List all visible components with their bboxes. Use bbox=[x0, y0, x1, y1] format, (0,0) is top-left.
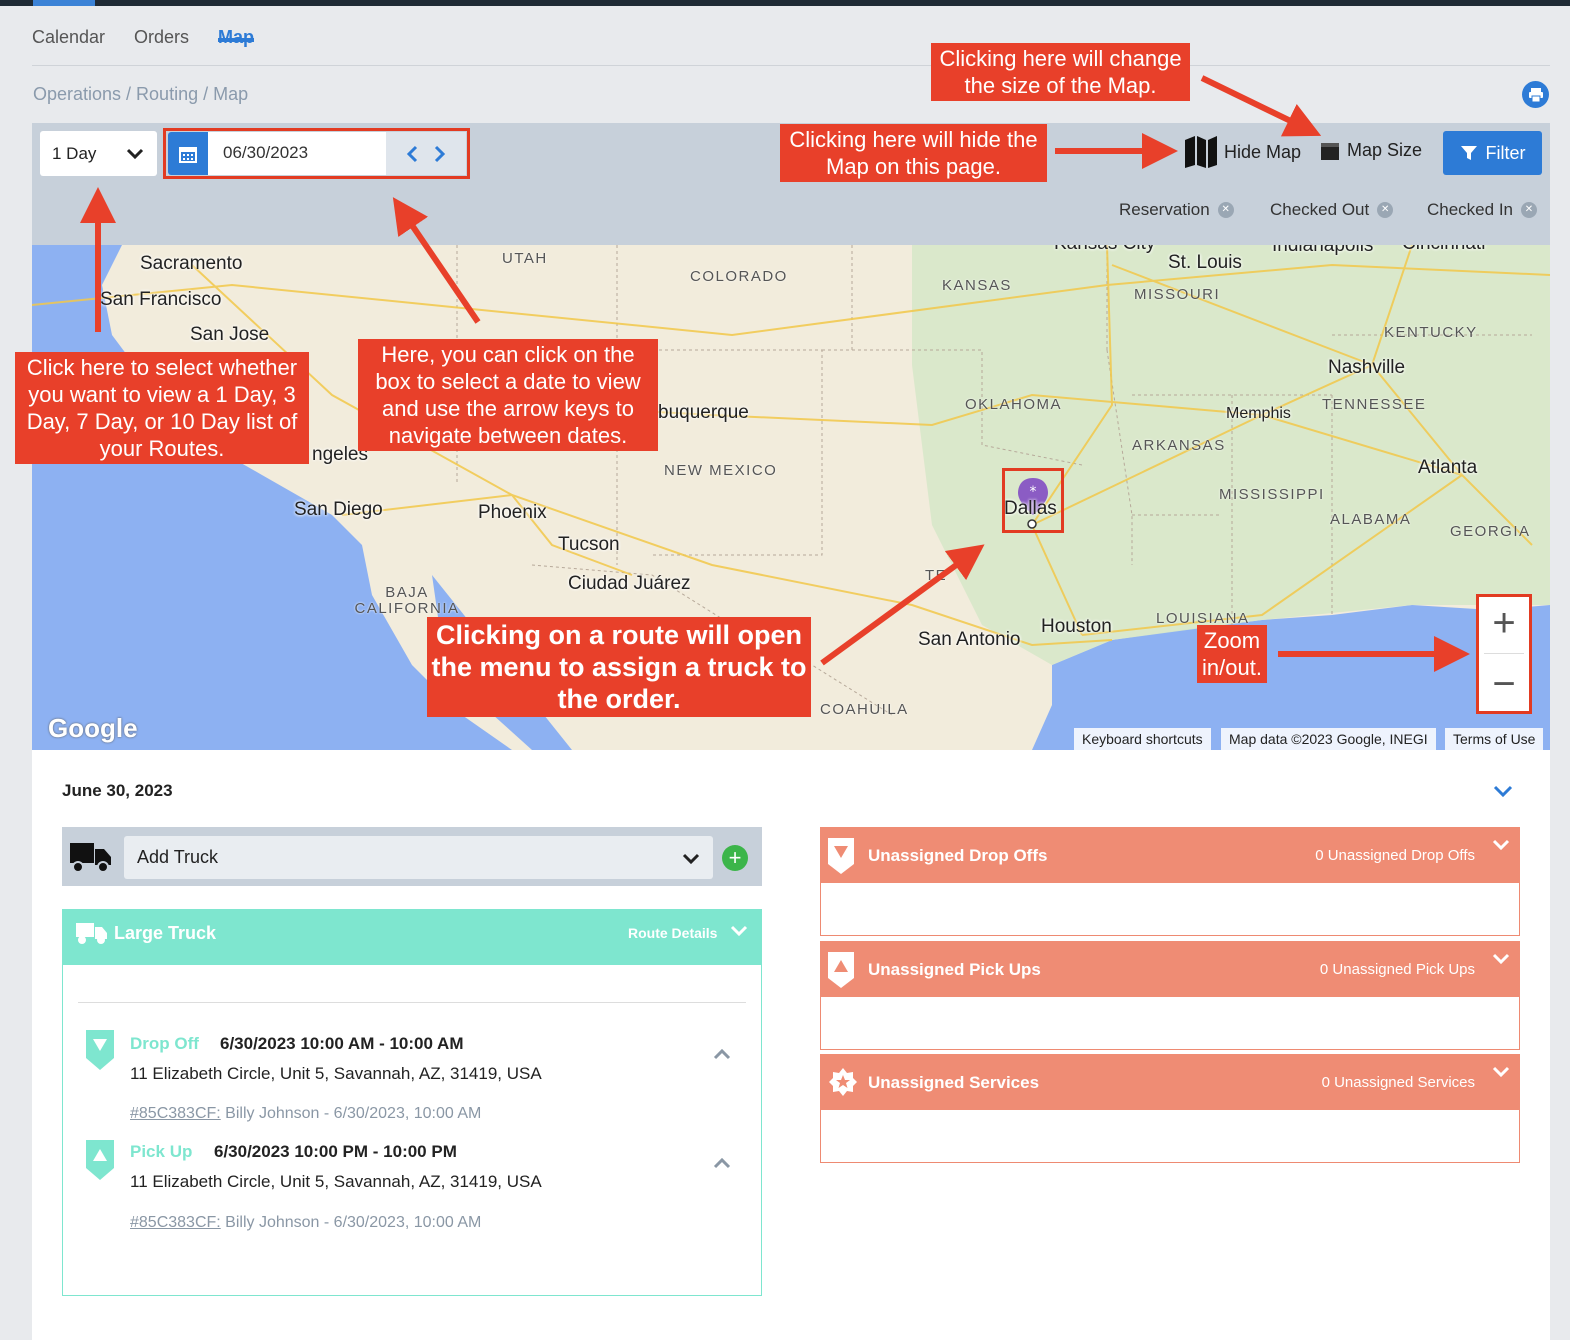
chevron-down-icon bbox=[682, 853, 700, 865]
stop-time: 6/30/2023 10:00 AM - 10:00 AM bbox=[220, 1034, 464, 1053]
chevron-down-icon[interactable] bbox=[1492, 950, 1510, 968]
service-badge-icon bbox=[829, 1068, 857, 1096]
schedule-date-title: June 30, 2023 bbox=[62, 781, 173, 800]
stop-address: 11 Elizabeth Circle, Unit 5, Savannah, A… bbox=[130, 1064, 542, 1083]
stop-address: 11 Elizabeth Circle, Unit 5, Savannah, A… bbox=[130, 1172, 542, 1191]
unassigned-title: Unassigned Services bbox=[868, 1073, 1040, 1092]
arrow-date bbox=[392, 197, 481, 324]
divider bbox=[78, 1002, 746, 1003]
route-details-link[interactable]: Route Details bbox=[628, 925, 717, 941]
truck-icon bbox=[76, 923, 107, 944]
chevron-down-icon[interactable] bbox=[1492, 1063, 1510, 1081]
unassigned-title: Unassigned Pick Ups bbox=[868, 960, 1041, 979]
drop-off-icon bbox=[86, 1030, 114, 1070]
truck-icon bbox=[70, 843, 111, 873]
unassigned-count: 0 Unassigned Pick Ups bbox=[1319, 961, 1475, 978]
stop-time: 6/30/2023 10:00 PM - 10:00 PM bbox=[214, 1142, 457, 1161]
unassigned-title: Unassigned Drop Offs bbox=[868, 846, 1048, 865]
pick-up-icon bbox=[86, 1140, 114, 1180]
unassigned-count: 0 Unassigned Drop Offs bbox=[1315, 847, 1475, 864]
order-link[interactable]: #85C383CF: bbox=[130, 1105, 221, 1122]
order-customer: Billy Johnson - 6/30/2023, 10:00 AM bbox=[225, 1105, 482, 1122]
arrow-route bbox=[820, 544, 985, 666]
chevron-up-icon[interactable] bbox=[712, 1046, 732, 1062]
truck-card bbox=[62, 909, 762, 1296]
callout-map-size: Clicking here will change the size of th… bbox=[931, 43, 1190, 101]
callout-zoom: Zoom in/out. bbox=[1197, 625, 1267, 683]
arrow-map-size bbox=[1200, 75, 1322, 137]
add-truck-button[interactable]: + bbox=[722, 845, 748, 871]
truck-name: Large Truck bbox=[114, 923, 217, 943]
stop-order: #85C383CF: Billy Johnson - 6/30/2023, 10… bbox=[130, 1105, 481, 1123]
chevron-up-icon[interactable] bbox=[712, 1155, 732, 1171]
chevron-down-icon[interactable] bbox=[1492, 780, 1514, 802]
stop-order: #85C383CF: Billy Johnson - 6/30/2023, 10… bbox=[130, 1214, 481, 1232]
add-truck-select[interactable]: Add Truck bbox=[124, 836, 713, 879]
add-truck-label: Add Truck bbox=[137, 847, 219, 867]
drop-off-icon bbox=[828, 838, 854, 874]
callout-hide-map: Clicking here will hide the Map on this … bbox=[780, 124, 1047, 182]
unassigned-count: 0 Unassigned Services bbox=[1321, 1074, 1475, 1091]
chevron-down-icon[interactable] bbox=[1492, 836, 1510, 854]
callout-day-select: Click here to select whether you want to… bbox=[15, 352, 309, 464]
chevron-down-icon[interactable] bbox=[730, 922, 748, 940]
pick-up-icon bbox=[828, 952, 854, 988]
stop-type: Pick Up bbox=[130, 1142, 193, 1161]
callout-route: Clicking on a route will open the menu t… bbox=[427, 617, 811, 717]
order-customer: Billy Johnson - 6/30/2023, 10:00 AM bbox=[225, 1214, 482, 1231]
order-link[interactable]: #85C383CF: bbox=[130, 1214, 221, 1231]
callout-date: Here, you can click on the box to select… bbox=[358, 339, 658, 451]
stop-type: Drop Off bbox=[130, 1034, 199, 1053]
